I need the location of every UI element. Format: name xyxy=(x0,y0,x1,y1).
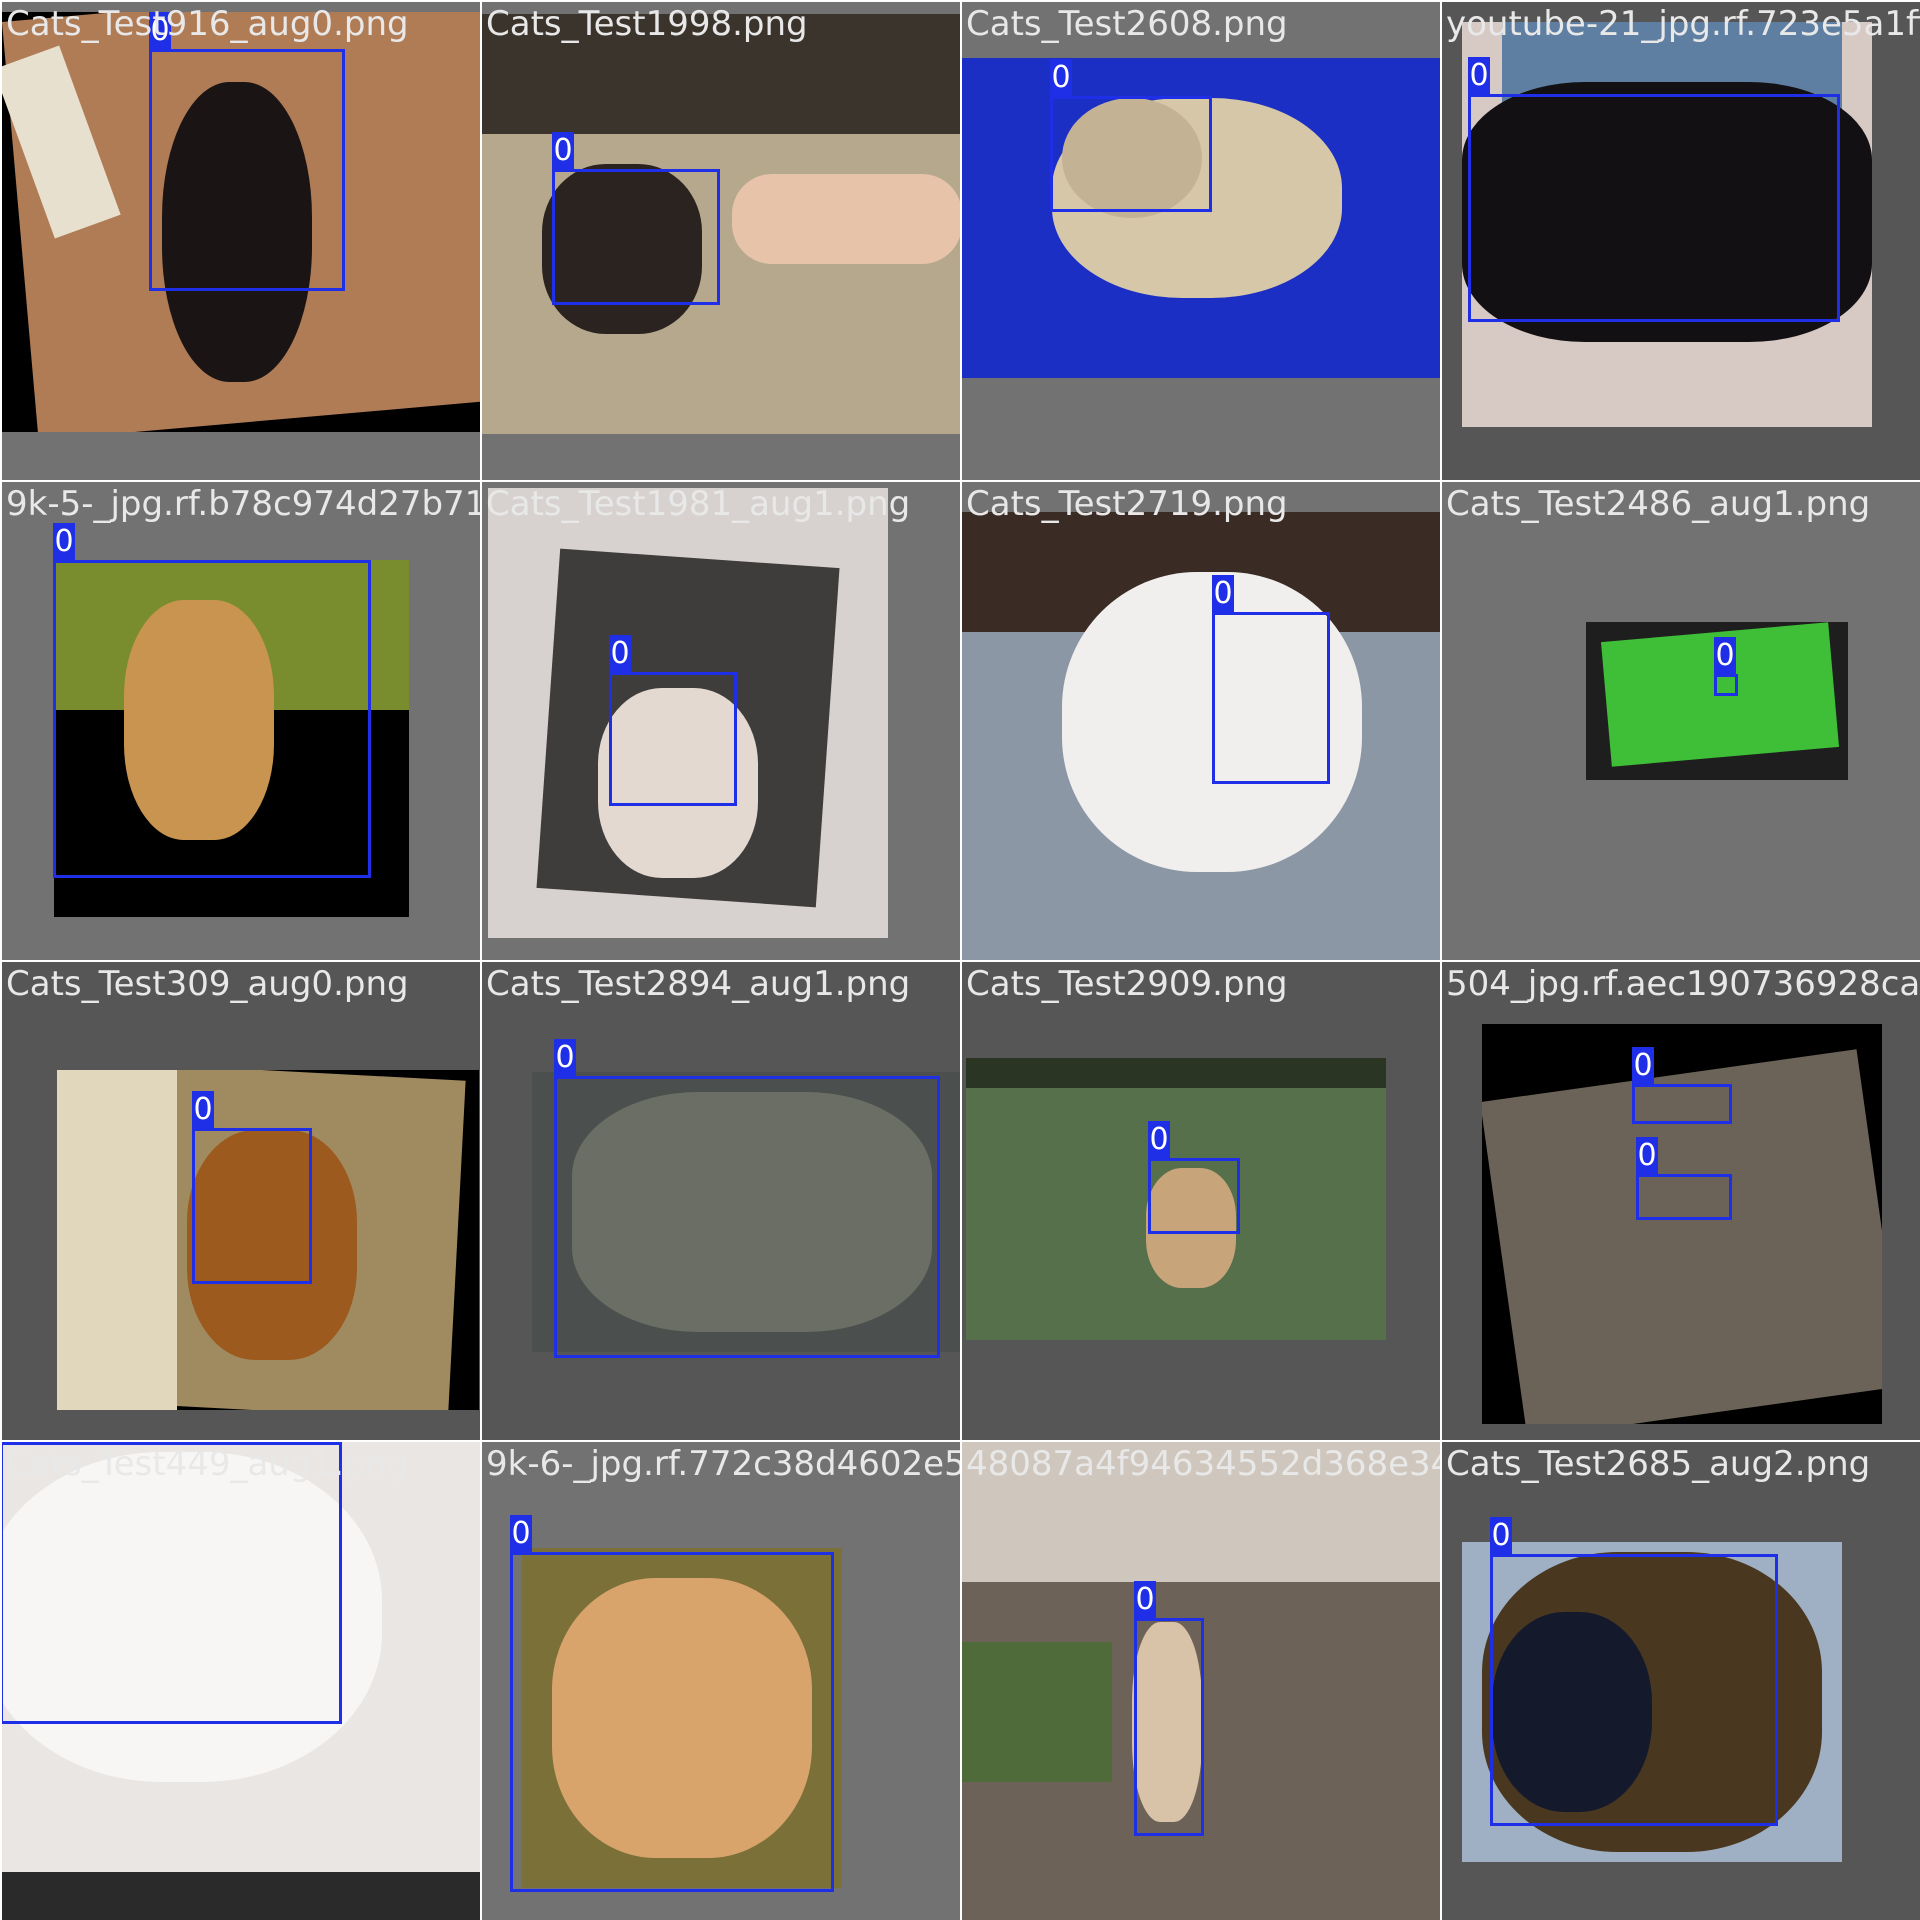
mosaic-tile: Cats_Test2894_aug1.png 0 xyxy=(482,962,960,1440)
bounding-box: 0 xyxy=(2,1442,342,1724)
class-label-tag: 0 xyxy=(1468,57,1490,95)
tile-photo xyxy=(962,512,1440,960)
mosaic-tile: Cats_Test309_aug0.png 0 xyxy=(2,962,480,1440)
mosaic-tile: Cats_Test2685_aug2.png 0 xyxy=(1442,1442,1920,1920)
bounding-box: 0 xyxy=(53,523,371,878)
tile-filename: youtube-21_jpg.rf.723e5a1ff xyxy=(1446,4,1920,44)
class-label-tag: 0 xyxy=(1714,637,1736,675)
tile-filename: 9k-5-_jpg.rf.b78c974d27b714 xyxy=(6,484,480,524)
class-label-tag: 0 xyxy=(1050,59,1072,97)
bounding-box: 0 xyxy=(1212,575,1330,784)
mosaic-tile: Cats_Test2719.png 0 xyxy=(962,482,1440,960)
mosaic-tile: Cats_Test1998.png 0 xyxy=(482,2,960,480)
mosaic-tile: Cats_Test916_aug0.png 0 xyxy=(2,2,480,480)
class-label-tag: 0 xyxy=(552,132,574,170)
tile-filename: Cats_Test2894_aug1.png xyxy=(486,964,911,1004)
bounding-box: 0 xyxy=(1714,637,1738,696)
mosaic-tile: Cats_Test1981_aug1.png 0 xyxy=(482,482,960,960)
class-label-tag: 0 xyxy=(192,1091,214,1129)
image-mosaic: Cats_Test916_aug0.png 0 Cats_Test1998.pn… xyxy=(0,0,1920,1920)
bounding-box: 0 xyxy=(149,12,345,291)
bounding-box: 0 xyxy=(1050,59,1212,212)
tile-filename: Cats_Test1981_aug1.png xyxy=(486,484,911,524)
bounding-box: 0 xyxy=(609,635,737,806)
bounding-box: 0 xyxy=(1148,1121,1240,1234)
bounding-box: 0 xyxy=(1632,1047,1732,1124)
class-label-tag: 0 xyxy=(1134,1581,1156,1619)
tile-filename: 48087a4f94634552d368e34dfa97a5e2625c4 xyxy=(966,1444,1440,1484)
tile-filename: Cats_Test1998.png xyxy=(486,4,808,44)
bounding-box: 0 xyxy=(554,1039,940,1358)
class-label-tag: 0 xyxy=(1148,1121,1170,1159)
class-label-tag: 0 xyxy=(1490,1517,1512,1555)
tile-filename: Cats_Test2909.png xyxy=(966,964,1288,1004)
class-label-tag: 0 xyxy=(1212,575,1234,613)
mosaic-tile: Cats_Test2608.png 0 xyxy=(962,2,1440,480)
mosaic-tile: 504_jpg.rf.aec190736928ca 0 0 xyxy=(1442,962,1920,1440)
bounding-box: 0 xyxy=(1636,1137,1732,1220)
tile-filename: 504_jpg.rf.aec190736928ca xyxy=(1446,964,1920,1004)
bounding-box: 0 xyxy=(1468,57,1840,322)
tile-filename: Cats_Test2486_aug1.png xyxy=(1446,484,1871,524)
tile-filename: Cats_Test309_aug0.png xyxy=(6,964,409,1004)
bounding-box: 0 xyxy=(510,1515,834,1892)
class-label-tag: 0 xyxy=(510,1515,532,1553)
tile-filename: Cats_Test2608.png xyxy=(966,4,1288,44)
class-label-tag: 0 xyxy=(1632,1047,1654,1085)
tile-filename: Cats_Test449_aug1.png xyxy=(6,1444,409,1484)
bounding-box: 0 xyxy=(1134,1581,1204,1836)
mosaic-tile: Cats_Test2486_aug1.png 0 xyxy=(1442,482,1920,960)
bounding-box: 0 xyxy=(552,132,720,305)
class-label-tag: 0 xyxy=(554,1039,576,1077)
tile-filename: Cats_Test2719.png xyxy=(966,484,1288,524)
class-label-tag: 0 xyxy=(1636,1137,1658,1175)
tile-filename: 9k-6-_jpg.rf.772c38d4602e5 xyxy=(486,1444,960,1484)
mosaic-tile: 9k-5-_jpg.rf.b78c974d27b714 0 xyxy=(2,482,480,960)
class-label-tag: 0 xyxy=(609,635,631,673)
bounding-box: 0 xyxy=(192,1091,312,1284)
class-label-tag: 0 xyxy=(53,523,75,561)
mosaic-tile: youtube-21_jpg.rf.723e5a1ff 0 xyxy=(1442,2,1920,480)
mosaic-tile: Cats_Test449_aug1.png 0 xyxy=(2,1442,480,1920)
class-label-tag: 0 xyxy=(2,1442,22,1443)
tile-filename: Cats_Test2685_aug2.png xyxy=(1446,1444,1871,1484)
mosaic-tile: 9k-6-_jpg.rf.772c38d4602e5 0 xyxy=(482,1442,960,1920)
mosaic-tile: 48087a4f94634552d368e34dfa97a5e2625c4 0 xyxy=(962,1442,1440,1920)
tile-filename: Cats_Test916_aug0.png xyxy=(6,4,409,44)
mosaic-tile: Cats_Test2909.png 0 xyxy=(962,962,1440,1440)
bounding-box: 0 xyxy=(1490,1517,1778,1826)
